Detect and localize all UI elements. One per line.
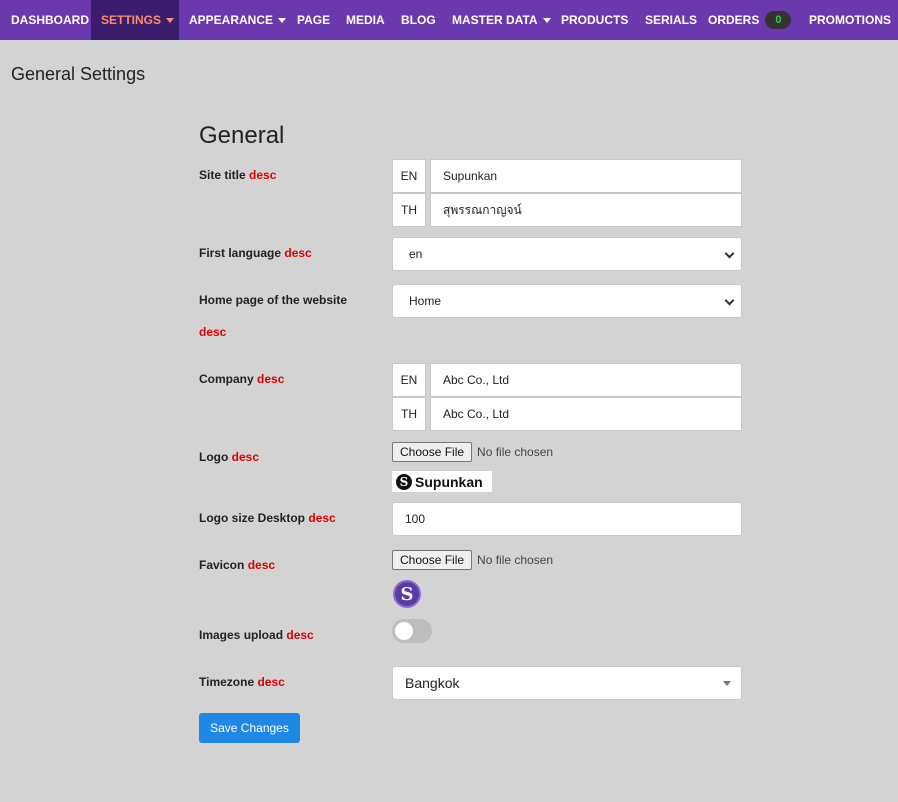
images-upload-label: Images upload desc <box>199 628 314 642</box>
company-th-input[interactable] <box>430 397 742 431</box>
label-text: Logo <box>199 450 229 464</box>
lang-tag-en: EN <box>392 363 426 397</box>
section-title: General <box>199 122 285 149</box>
label-text: Site title <box>199 168 246 182</box>
nav-item-dashboard[interactable]: DASHBOARD <box>0 0 91 40</box>
site-title-label: Site title desc <box>199 168 276 182</box>
top-navbar: DASHBOARD SETTINGS APPEARANCE PAGE MEDIA… <box>0 0 898 40</box>
caret-down-icon <box>166 17 175 23</box>
logo-file-status: No file chosen <box>477 445 554 459</box>
company-en-input[interactable] <box>430 363 742 397</box>
save-changes-button[interactable]: Save Changes <box>199 713 300 743</box>
home-page-select[interactable]: Home <box>392 284 742 318</box>
nav-item-media[interactable]: MEDIA <box>338 0 393 40</box>
favicon-file-status: No file chosen <box>477 553 554 567</box>
label-text: Home page of the website <box>199 293 348 307</box>
select-value: en <box>409 247 423 261</box>
nav-label: ORDERS <box>708 13 760 27</box>
nav-label: PROMOTIONS <box>809 13 892 27</box>
timezone-select[interactable]: Bangkok <box>392 666 742 700</box>
logo-label: Logo desc <box>199 450 259 464</box>
nav-label: SERIALS <box>645 13 698 27</box>
nav-item-settings[interactable]: SETTINGS <box>91 0 179 40</box>
nav-label: PRODUCTS <box>561 13 629 27</box>
site-title-th-input[interactable] <box>430 193 742 227</box>
logo-mark-icon: S <box>396 473 412 490</box>
label-text: Timezone <box>199 675 255 689</box>
desc-link: desc <box>308 511 336 525</box>
logo-choose-file-button[interactable]: Choose File <box>392 442 473 462</box>
triangle-down-icon <box>723 681 731 686</box>
company-label: Company desc <box>199 372 284 386</box>
nav-label: MASTER DATA <box>452 13 538 27</box>
images-upload-toggle[interactable] <box>392 619 432 643</box>
chevron-down-icon <box>724 295 735 306</box>
favicon-choose-file-button[interactable]: Choose File <box>392 550 473 570</box>
desc-link: desc <box>257 372 285 386</box>
caret-down-icon <box>542 17 551 23</box>
desc-link: desc <box>247 558 276 572</box>
logo-size-label: Logo size Desktop desc <box>199 511 336 525</box>
home-page-desc: desc <box>199 325 226 339</box>
nav-item-promotions[interactable]: PROMOTIONS <box>801 0 898 40</box>
chevron-down-icon <box>724 248 735 259</box>
site-title-en-input[interactable] <box>430 159 742 193</box>
logo-file-input: Choose File No file chosen <box>392 442 553 462</box>
nav-label: BLOG <box>401 13 436 27</box>
desc-link: desc <box>257 675 285 689</box>
favicon-file-input: Choose File No file chosen <box>392 550 553 570</box>
desc-link: desc <box>231 450 260 464</box>
desc-link: desc <box>286 628 314 642</box>
label-text: Logo size Desktop <box>199 511 306 525</box>
nav-label: MEDIA <box>346 13 385 27</box>
label-text: First language <box>199 246 282 260</box>
logo-preview: S Supunkan <box>392 471 492 492</box>
first-language-label: First language desc <box>199 246 312 260</box>
home-page-label: Home page of the website <box>199 293 347 307</box>
nav-label: PAGE <box>297 13 331 27</box>
label-text: Images upload <box>199 628 284 642</box>
favicon-label: Favicon desc <box>199 558 275 572</box>
select-value: Bangkok <box>405 675 460 691</box>
nav-label: DASHBOARD <box>11 13 89 27</box>
page-title: General Settings <box>11 64 146 84</box>
desc-link: desc <box>249 168 277 182</box>
favicon-preview-icon: S <box>393 580 421 608</box>
toggle-knob <box>395 622 413 640</box>
nav-item-page[interactable]: PAGE <box>289 0 338 40</box>
orders-count-badge: 0 <box>765 11 792 29</box>
timezone-label: Timezone desc <box>199 675 285 689</box>
desc-link: desc <box>199 325 227 339</box>
logo-preview-text: Supunkan <box>415 473 483 490</box>
nav-item-master-data[interactable]: MASTER DATA <box>444 0 553 40</box>
desc-link: desc <box>284 246 312 260</box>
lang-tag-th: TH <box>392 193 426 227</box>
nav-item-products[interactable]: PRODUCTS <box>553 0 637 40</box>
nav-label: APPEARANCE <box>189 13 274 27</box>
first-language-select[interactable]: en <box>392 237 742 271</box>
label-text: Favicon <box>199 558 245 572</box>
nav-item-serials[interactable]: SERIALS <box>637 0 700 40</box>
nav-item-blog[interactable]: BLOG <box>393 0 444 40</box>
nav-item-orders[interactable]: ORDERS 0 <box>700 0 801 40</box>
nav-label: SETTINGS <box>101 13 162 27</box>
logo-size-input[interactable] <box>392 502 742 536</box>
caret-down-icon <box>278 17 287 23</box>
lang-tag-en: EN <box>392 159 426 193</box>
select-value: Home <box>409 294 442 308</box>
lang-tag-th: TH <box>392 397 426 431</box>
label-text: Company <box>199 372 254 386</box>
nav-item-appearance[interactable]: APPEARANCE <box>179 0 289 40</box>
